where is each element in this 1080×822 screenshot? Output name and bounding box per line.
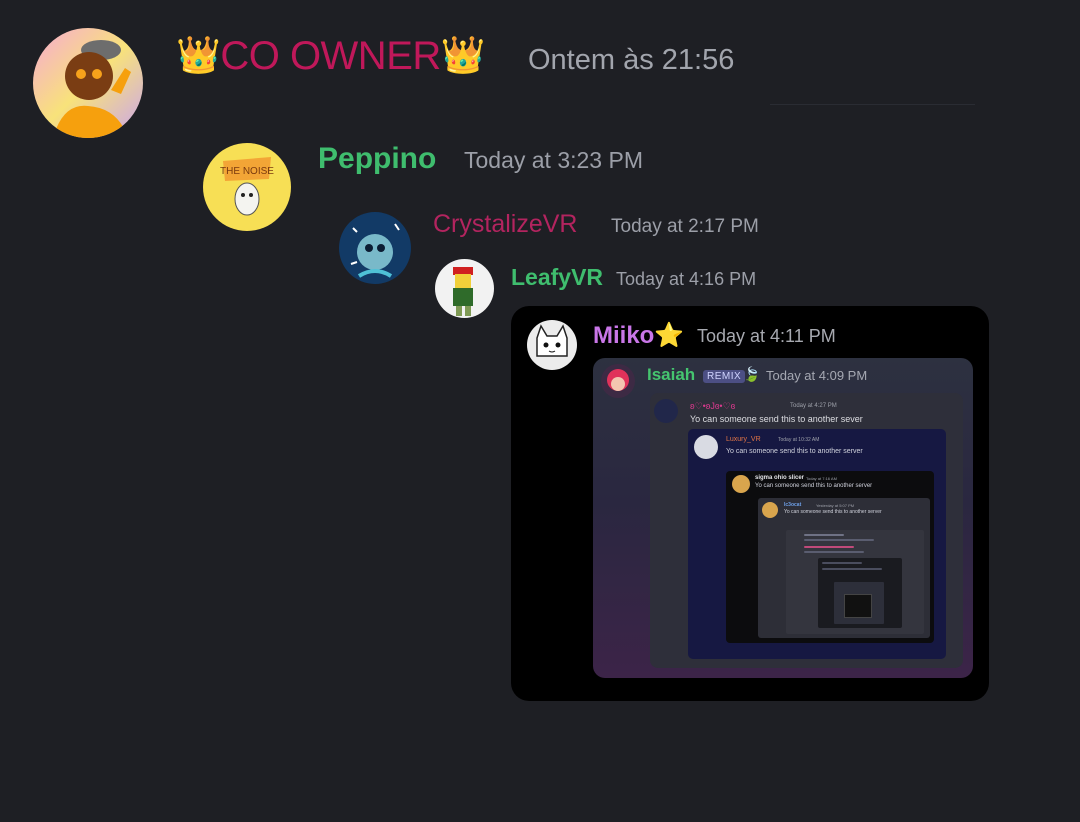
- quote4-message: Yo can someone send this to another serv…: [755, 483, 873, 489]
- blurred-text: [822, 568, 882, 570]
- peppino-avatar-icon: THE NOISE: [203, 143, 291, 231]
- co-owner-timestamp: Ontem às 21:56: [528, 44, 735, 76]
- star-icon: ⭐: [654, 322, 685, 349]
- crystalize-avatar[interactable]: [339, 212, 411, 284]
- quote2-avatar: [654, 399, 678, 423]
- leafy-username[interactable]: LeafyVR: [511, 264, 603, 291]
- crystalize-username[interactable]: CrystalizeVR: [433, 210, 577, 239]
- quote-level-8: [834, 582, 884, 624]
- crystalize-avatar-icon: [339, 212, 411, 284]
- isaiah-username: Isaiah: [647, 365, 696, 384]
- quote-level-5: Ic3ocat Yesterday at 5:07 PM Yo can some…: [758, 498, 930, 638]
- quote2-message: Yo can someone send this to another seve…: [690, 414, 863, 424]
- leaf-icon: 🍃: [743, 366, 761, 382]
- leafy-avatar[interactable]: [435, 259, 494, 318]
- quote-level-6: [786, 530, 924, 634]
- quote5-message: Yo can someone send this to another serv…: [784, 509, 882, 515]
- peppino-avatar-text: THE NOISE: [220, 166, 274, 177]
- quote3-message: Yo can someone send this to another serv…: [726, 448, 863, 455]
- peppino-username[interactable]: Peppino: [318, 142, 436, 176]
- quote-level-3: Luxury_VR Today at 10:32 AM Yo can someo…: [688, 429, 946, 659]
- quote4-avatar: [732, 475, 750, 493]
- miiko-name-text: Miiko: [593, 322, 655, 349]
- quote3-timestamp: Today at 10:32 AM: [778, 437, 820, 443]
- co-owner-username[interactable]: 👑CO OWNER👑: [176, 34, 486, 79]
- quote-isaiah: Isaiah REMIX 🍃 Today at 4:09 PM ʚ♡•ʚJɞ•♡…: [593, 358, 973, 678]
- quote5-timestamp: Yesterday at 5:07 PM: [816, 503, 855, 508]
- isaiah-avatar: [601, 364, 635, 398]
- quote3-username: Luxury_VR: [726, 436, 761, 443]
- miiko-timestamp: Today at 4:11 PM: [697, 326, 836, 346]
- leafy-avatar-icon: [435, 259, 494, 318]
- embedded-image[interactable]: Miiko⭐ Today at 4:11 PM Isaiah REMIX 🍃 T…: [511, 306, 989, 701]
- quote-level-7: [818, 558, 902, 628]
- leafy-timestamp: Today at 4:16 PM: [616, 269, 757, 289]
- crystalize-timestamp: Today at 2:17 PM: [611, 216, 759, 237]
- blurred-text: [804, 546, 854, 548]
- cartoon-avatar-icon: [33, 28, 143, 138]
- crown-icon: 👑: [176, 34, 221, 75]
- remix-badge: REMIX: [703, 370, 746, 383]
- blurred-text: [822, 562, 862, 564]
- quote4-username: sigma ohio slicer: [755, 475, 805, 481]
- chat-screenshot: 👑CO OWNER👑 Ontem às 21:56 THE NOISE Pepp…: [0, 0, 1080, 822]
- crown-icon: 👑: [440, 34, 486, 75]
- blurred-text: [804, 539, 874, 541]
- blurred-text: [804, 534, 844, 536]
- blurred-text: [804, 551, 864, 553]
- co-owner-avatar[interactable]: [33, 28, 143, 138]
- peppino-avatar[interactable]: THE NOISE: [203, 143, 291, 231]
- quote2-timestamp: Today at 4:27 PM: [790, 403, 837, 409]
- miiko-username[interactable]: Miiko⭐: [593, 321, 684, 350]
- quote-level-2: ʚ♡•ʚJɞ•♡ɞ Today at 4:27 PM Yo can someon…: [650, 393, 963, 668]
- quote5-avatar: [762, 502, 778, 518]
- quote5-username: Ic3ocat: [784, 502, 802, 508]
- quote4-timestamp: Today at 7:16 AM: [806, 476, 837, 481]
- co-owner-name-text: CO OWNER: [220, 34, 441, 78]
- isaiah-timestamp: Today at 4:09 PM: [766, 368, 868, 383]
- quote-level-9: [844, 594, 872, 618]
- isaiah-avatar-icon: [601, 364, 635, 398]
- divider: [770, 104, 975, 105]
- quote3-avatar: [694, 435, 718, 459]
- peppino-timestamp: Today at 3:23 PM: [464, 147, 643, 173]
- cat-avatar-icon: [527, 320, 577, 370]
- miiko-avatar[interactable]: [527, 320, 577, 370]
- quote2-username: ʚ♡•ʚJɞ•♡ɞ: [690, 401, 736, 411]
- quote-level-4: sigma ohio slicer Today at 7:16 AM Yo ca…: [726, 471, 934, 643]
